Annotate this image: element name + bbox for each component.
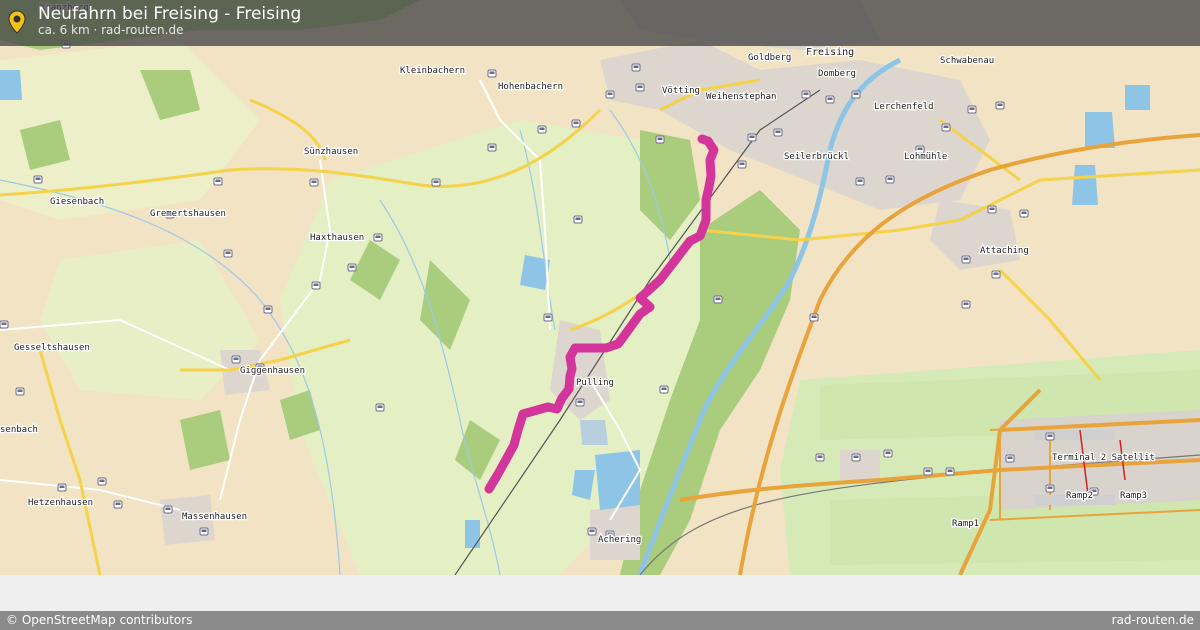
- place-label-ramp3: Ramp3: [1120, 491, 1147, 501]
- place-label-gremertshausen: Gremertshausen: [150, 209, 226, 219]
- place-label-terminal2: Terminal 2 Satellit: [1052, 453, 1155, 463]
- place-label-goldberg: Goldberg: [748, 53, 791, 63]
- map-view[interactable]: KranzbergKleinbachernHohenbachernVötting…: [0, 0, 1200, 575]
- bus-stop-icon: [1045, 484, 1055, 493]
- bus-stop-icon: [487, 143, 497, 152]
- bus-stop-icon: [851, 90, 861, 99]
- place-label-kleinbachern: Kleinbachern: [400, 66, 465, 76]
- bus-stop-icon: [631, 63, 641, 72]
- bus-stop-icon: [431, 178, 441, 187]
- bus-stop-icon: [659, 385, 669, 394]
- bus-stop-icon: [487, 69, 497, 78]
- place-label-weihenstephan: Weihenstephan: [706, 92, 776, 102]
- bus-stop-icon: [1019, 209, 1029, 218]
- bus-stop-icon: [199, 527, 209, 536]
- bus-stop-icon: [575, 398, 585, 407]
- bus-stop-icon: [883, 449, 893, 458]
- bus-stop-icon: [347, 263, 357, 272]
- place-label-sunzhausen: Sünzhausen: [304, 147, 358, 157]
- place-label-ramp1: Ramp1: [952, 519, 979, 529]
- bus-stop-icon: [571, 119, 581, 128]
- place-label-lohmuhle: Lohmühle: [904, 152, 947, 162]
- bus-stop-icon: [231, 355, 241, 364]
- place-label-attaching: Attaching: [980, 246, 1029, 256]
- bus-stop-icon: [923, 467, 933, 476]
- place-label-gesseltshausen: Gesseltshausen: [14, 343, 90, 353]
- bus-stop-icon: [309, 178, 319, 187]
- place-label-lerchenfeld: Lerchenfeld: [874, 102, 934, 112]
- bus-stop-icon: [967, 105, 977, 114]
- brand-link[interactable]: rad-routen.de: [1112, 613, 1194, 627]
- bus-stop-icon: [163, 505, 173, 514]
- bus-stop-icon: [0, 320, 9, 329]
- bus-stop-icon: [97, 477, 107, 486]
- bus-stop-icon: [825, 95, 835, 104]
- place-label-seilerbruckl: Seilerbrückl: [784, 152, 849, 162]
- bus-stop-icon: [1045, 432, 1055, 441]
- place-label-domberg: Domberg: [818, 69, 856, 79]
- bus-stop-icon: [263, 305, 273, 314]
- bus-stop-icon: [961, 300, 971, 309]
- bus-stop-icon: [815, 453, 825, 462]
- bus-stop-icon: [987, 205, 997, 214]
- place-label-senbach: senbach: [0, 425, 38, 435]
- bus-stop-icon: [941, 123, 951, 132]
- route-subtitle: ca. 6 km · rad-routen.de: [38, 23, 184, 37]
- place-label-achering: Achering: [598, 535, 641, 545]
- bus-stop-icon: [851, 453, 861, 462]
- place-label-haxthausen: Haxthausen: [310, 233, 364, 243]
- map-canvas[interactable]: KranzbergKleinbachernHohenbachernVötting…: [0, 0, 1200, 575]
- bus-stop-icon: [737, 160, 747, 169]
- place-label-giggenhausen: Giggenhausen: [240, 366, 305, 376]
- place-label-giesenbach: Giesenbach: [50, 197, 104, 207]
- header-bar: Neufahrn bei Freising - Freising ca. 6 k…: [0, 0, 1200, 46]
- route-title: Neufahrn bei Freising - Freising: [38, 4, 302, 24]
- bus-stop-icon: [375, 403, 385, 412]
- place-label-pulling: Pulling: [576, 378, 614, 388]
- bus-stop-icon: [801, 90, 811, 99]
- bus-stop-icon: [543, 313, 553, 322]
- bus-stop-icon: [885, 175, 895, 184]
- bus-stop-icon: [587, 527, 597, 536]
- bus-stop-icon: [33, 175, 43, 184]
- bus-stop-icon: [995, 101, 1005, 110]
- bus-stop-icon: [213, 177, 223, 186]
- bus-stop-icon: [855, 177, 865, 186]
- bus-stop-icon: [537, 125, 547, 134]
- bus-stop-icon: [57, 483, 67, 492]
- location-pin-icon: [8, 10, 26, 34]
- bus-stop-icon: [605, 90, 615, 99]
- footer-bar: © OpenStreetMap contributors rad-routen.…: [0, 611, 1200, 630]
- bus-stop-icon: [945, 467, 955, 476]
- place-label-schwabenau: Schwabenau: [940, 56, 994, 66]
- bus-stop-icon: [573, 215, 583, 224]
- bus-stop-icon: [747, 133, 757, 142]
- place-label-hetzenhausen: Hetzenhausen: [28, 498, 93, 508]
- bus-stop-icon: [713, 295, 723, 304]
- place-label-hohenbachern: Hohenbachern: [498, 82, 563, 92]
- bus-stop-icon: [773, 128, 783, 137]
- osm-attribution[interactable]: © OpenStreetMap contributors: [6, 613, 192, 627]
- place-label-freising: Freising: [806, 47, 854, 58]
- bus-stop-icon: [809, 313, 819, 322]
- bus-stop-icon: [373, 233, 383, 242]
- place-label-vötting: Vötting: [662, 86, 700, 96]
- bus-stop-icon: [223, 249, 233, 258]
- place-label-ramp2: Ramp2: [1066, 491, 1093, 501]
- bus-stop-icon: [961, 255, 971, 264]
- bus-stop-icon: [15, 387, 25, 396]
- bus-stop-icon: [991, 270, 1001, 279]
- bus-stop-icon: [113, 500, 123, 509]
- bus-stop-icon: [655, 135, 665, 144]
- bus-stop-icon: [635, 83, 645, 92]
- bus-stop-icon: [1005, 454, 1015, 463]
- place-label-massenhausen: Massenhausen: [182, 512, 247, 522]
- bus-stop-icon: [311, 281, 321, 290]
